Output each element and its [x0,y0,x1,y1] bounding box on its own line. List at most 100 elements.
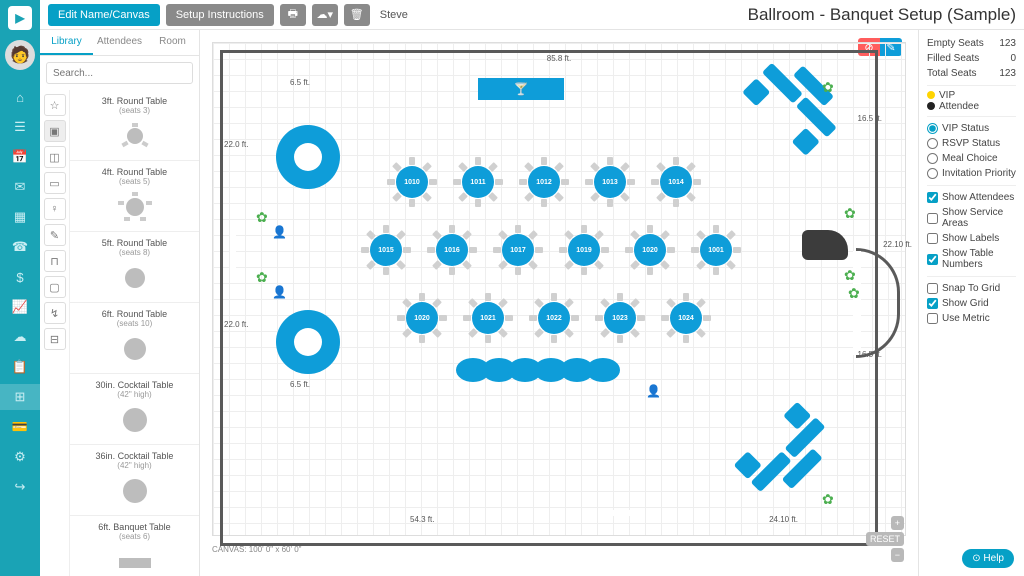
nav-floorplan-icon[interactable]: ⊞ [0,384,40,410]
help-button[interactable]: ⊙ Help [962,549,1014,568]
tool-book-icon[interactable]: ▭ [44,172,66,194]
plant-icon[interactable]: ✿ [256,270,270,284]
tab-room[interactable]: Room [146,30,199,55]
nav-upload-icon[interactable]: ☁ [0,324,40,350]
nav-tickets-icon[interactable]: ▦ [0,204,40,230]
delete-button[interactable]: 🗑 [344,4,370,26]
checkbox-snap-to-grid[interactable]: Snap To Grid [927,281,1016,296]
tool-stage-icon[interactable]: ▢ [44,276,66,298]
buffet-table[interactable] [276,310,340,374]
piano[interactable] [802,230,848,260]
dim: 16.5 ft. [858,350,882,359]
attendee-icon[interactable]: 👤 [272,225,284,239]
nav-logout-icon[interactable]: ↪ [0,474,40,500]
plant-icon[interactable]: ✿ [256,210,270,224]
plant-icon[interactable]: ✿ [848,286,862,300]
checkbox-show-labels[interactable]: Show Labels [927,231,1016,246]
attendee-icon[interactable]: 👤 [272,285,284,299]
round-table[interactable]: 1001 [694,228,738,272]
legend-vip: VIP [927,90,1016,101]
round-table[interactable]: 1016 [430,228,474,272]
radio-rsvp-status[interactable]: RSVP Status [927,136,1016,151]
nav-home-icon[interactable]: ⌂ [0,84,40,110]
checkbox-show-table-numbers[interactable]: Show Table Numbers [927,246,1016,272]
library-item[interactable]: 4ft. Round Table(seats 5) [70,161,199,232]
checkbox-show-attendees[interactable]: Show Attendees [927,190,1016,205]
print-button[interactable]: 🖶 [280,4,306,26]
radio-invitation-priority[interactable]: Invitation Priority [927,166,1016,181]
tool-light-icon[interactable]: ♀ [44,198,66,220]
round-table[interactable]: 1020 [400,296,444,340]
radio-vip-status[interactable]: VIP Status [927,121,1016,136]
round-table[interactable]: 1017 [496,228,540,272]
door[interactable] [230,230,236,270]
bar-table[interactable]: 🍸 [478,78,564,100]
nav-mail-icon[interactable]: ✉ [0,174,40,200]
total-seats-label: Total Seats [927,68,976,79]
checkbox-show-service-areas[interactable]: Show Service Areas [927,205,1016,231]
tool-chair-icon[interactable]: ⊓ [44,250,66,272]
library-item[interactable]: 6ft. Round Table(seats 10) [70,303,199,374]
round-table[interactable]: 1024 [664,296,708,340]
user-avatar[interactable]: 🧑 [5,40,35,70]
serpentine-table[interactable] [456,360,636,380]
round-table[interactable]: 1021 [466,296,510,340]
attendee-icon[interactable]: 👤 [646,384,658,398]
round-table[interactable]: 1013 [588,160,632,204]
edit-name-button[interactable]: Edit Name/Canvas [48,4,160,26]
radio-meal-choice[interactable]: Meal Choice [927,151,1016,166]
nav-money-icon[interactable]: $ [0,264,40,290]
round-table[interactable]: 1011 [456,160,500,204]
library-panel: Library Attendees Room ☆ ▣ ◫ ▭ ♀ ✎ ⊓ ▢ ↯… [40,30,200,576]
library-item[interactable]: 36in. Cocktail Table(42" high) [70,445,199,516]
nav-clipboard-icon[interactable]: 📋 [0,354,40,380]
tool-door-icon[interactable]: ◫ [44,146,66,168]
library-item[interactable]: 6ft. Banquet Table(seats 6) [70,516,199,576]
app-logo-icon[interactable]: ▶ [8,6,32,30]
round-table[interactable]: 1010 [390,160,434,204]
tool-path-icon[interactable]: ↯ [44,302,66,324]
tool-table-icon[interactable]: ▣ [44,120,66,142]
tab-attendees[interactable]: Attendees [93,30,146,55]
current-user-label: Steve [380,9,408,21]
nav-chart-icon[interactable]: 📈 [0,294,40,320]
round-table[interactable]: 1014 [654,160,698,204]
nav-settings-icon[interactable]: ⚙ [0,444,40,470]
canvas[interactable]: ⊘ ✎ 85.8 ft. 6.5 ft. 22.0 ft. 22.0 ft. 6… [200,30,918,576]
buffet-table[interactable] [276,125,340,189]
round-table[interactable]: 1020 [628,228,672,272]
nav-calendar-icon[interactable]: 📅 [0,144,40,170]
dim: 6.5 ft. [290,380,310,389]
nav-people-icon[interactable]: ☰ [0,114,40,140]
plant-icon[interactable]: ✿ [822,492,836,506]
setup-instructions-button[interactable]: Setup Instructions [166,4,274,26]
tool-misc-icon[interactable]: ⊟ [44,328,66,350]
round-table[interactable]: 1022 [532,296,576,340]
download-button[interactable]: ☁▾ [312,4,338,26]
tab-library[interactable]: Library [40,30,93,55]
nav-phone-icon[interactable]: ☎ [0,234,40,260]
library-item[interactable]: 3ft. Round Table(seats 3) [70,90,199,161]
tool-star-icon[interactable]: ☆ [44,94,66,116]
zoom-out-button[interactable]: − [891,548,904,562]
tool-pen-icon[interactable]: ✎ [44,224,66,246]
library-search-input[interactable] [46,62,193,84]
plant-icon[interactable]: ✿ [844,206,858,220]
checkbox-use-metric[interactable]: Use Metric [927,311,1016,326]
plant-icon[interactable]: ✿ [822,80,836,94]
checkbox-show-grid[interactable]: Show Grid [927,296,1016,311]
nav-card-icon[interactable]: 💳 [0,414,40,440]
round-table[interactable]: 1023 [598,296,642,340]
round-table[interactable]: 1012 [522,160,566,204]
zoom-in-button[interactable]: + [891,516,904,530]
canvas-dimensions-label: CANVAS: 100' 0" x 60' 0" [212,545,302,554]
nav-rail: ▶ 🧑 ⌂ ☰ 📅 ✉ ▦ ☎ $ 📈 ☁ 📋 ⊞ 💳 ⚙ ↪ [0,0,40,576]
library-item[interactable]: 5ft. Round Table(seats 8) [70,232,199,303]
round-table[interactable]: 1019 [562,228,606,272]
total-seats-value: 123 [999,68,1016,79]
door[interactable] [600,510,640,516]
round-table[interactable]: 1015 [364,228,408,272]
plant-icon[interactable]: ✿ [844,268,858,282]
reset-button[interactable]: RESET [866,532,904,546]
library-item[interactable]: 30in. Cocktail Table(42" high) [70,374,199,445]
